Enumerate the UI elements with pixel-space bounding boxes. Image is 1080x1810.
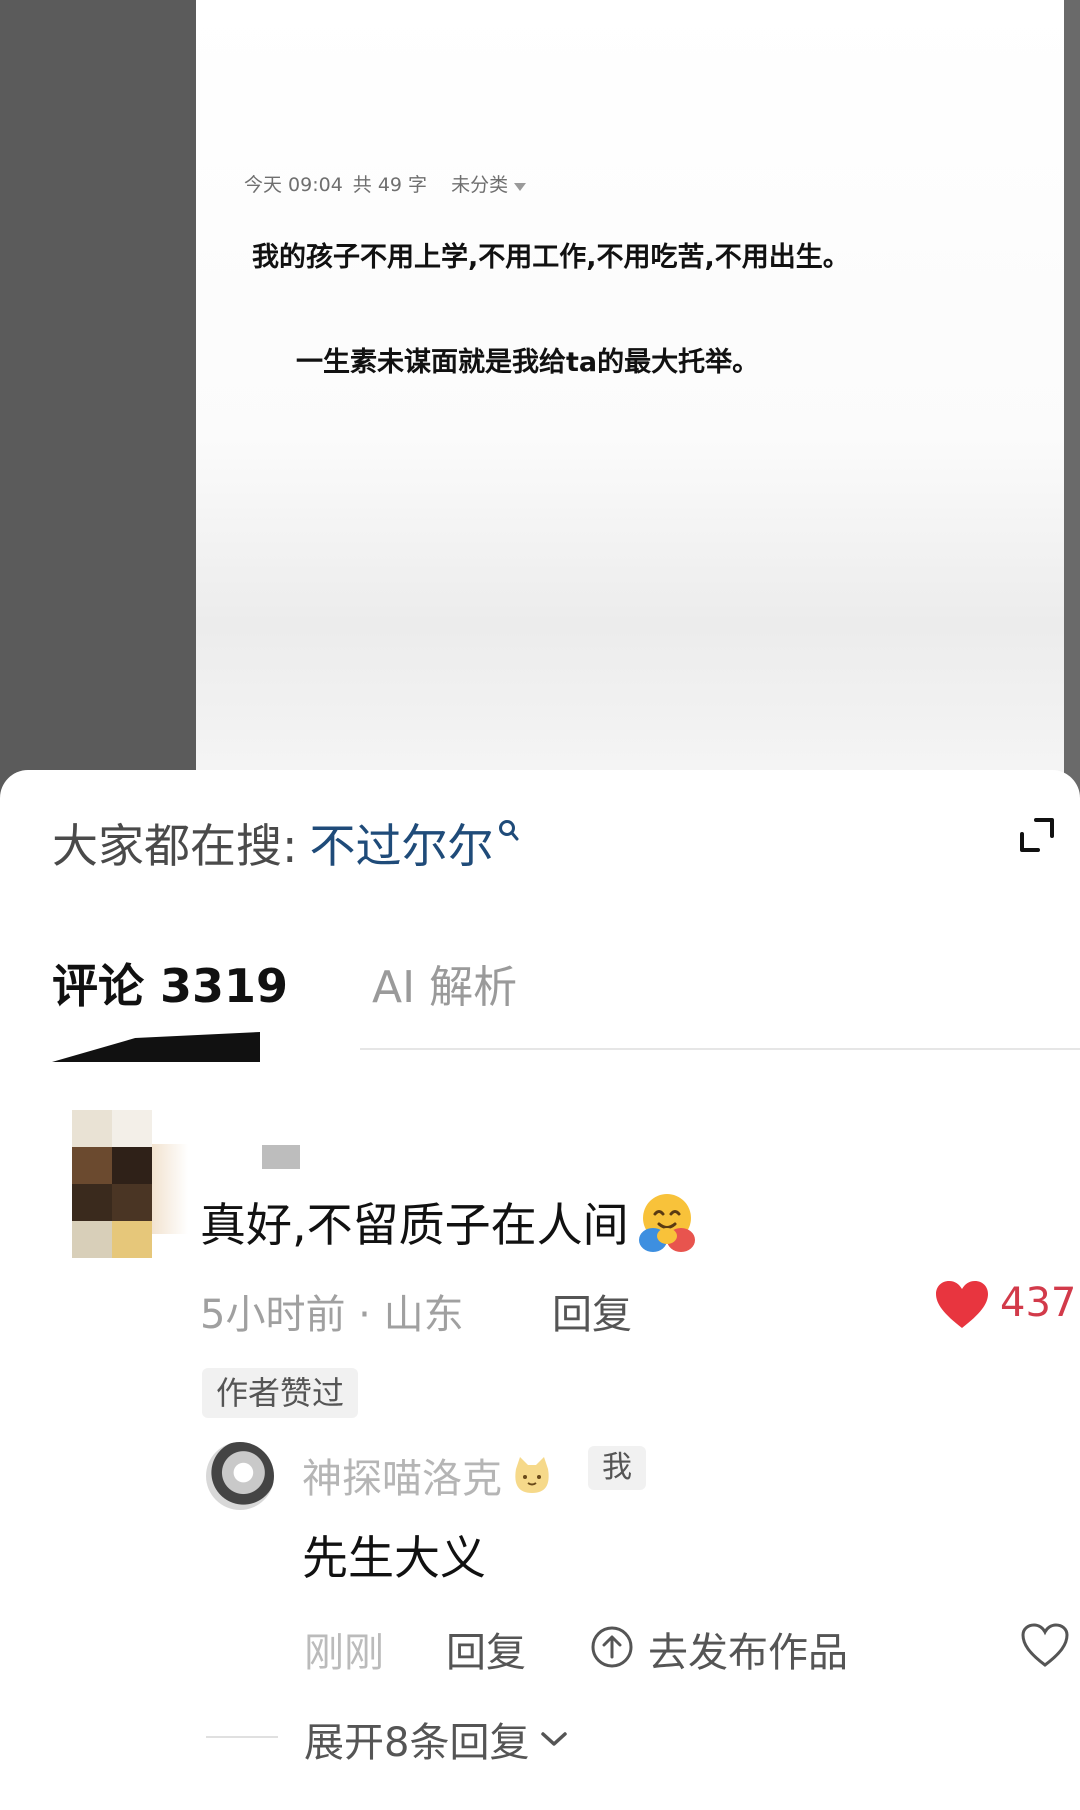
search-term-link[interactable]: 不过尔尔 (310, 810, 494, 876)
note-text-line-1: 我的孩子不用上学,不用工作,不用吃苦,不用出生。 (252, 242, 850, 273)
like-count: 437 (1000, 1280, 1077, 1326)
comment-sheet: 大家都在搜: 不过尔尔 评论 3319 AI 解析 真好,不留质子在人间 5小时… (0, 770, 1080, 1810)
tabs-divider (360, 1048, 1080, 1050)
heart-filled-icon[interactable] (934, 1280, 990, 1330)
expand-divider (206, 1736, 278, 1738)
note-word-count: 共 49 字 (352, 174, 428, 196)
avatar-edge (152, 1144, 188, 1234)
cat-emoji-icon (515, 1457, 549, 1493)
search-prefix: 大家都在搜: (52, 819, 298, 873)
note-category: 未分类 (451, 170, 527, 197)
upload-circle-icon[interactable] (590, 1625, 634, 1669)
reply-button[interactable]: 回复 (446, 1620, 526, 1678)
reply-username[interactable]: 神探喵洛克 (302, 1446, 554, 1504)
tab-bar: 评论 3319 AI 解析 (52, 950, 517, 1016)
trending-search[interactable]: 大家都在搜: 不过尔尔 (52, 810, 520, 876)
tab-comments[interactable]: 评论 3319 (52, 950, 288, 1016)
comment-time-location: 5小时前 · 山东 (200, 1292, 464, 1338)
fullscreen-icon[interactable] (1018, 816, 1056, 854)
heart-outline-icon[interactable] (1020, 1622, 1070, 1668)
tab-ai-analysis[interactable]: AI 解析 (372, 951, 517, 1015)
avatar[interactable] (72, 1110, 152, 1258)
reply-button[interactable]: 回复 (552, 1282, 632, 1340)
note-text-line-2: 一生素未谋面就是我给ta的最大托举。 (296, 347, 760, 378)
reply-text: 先生大义 (302, 1531, 486, 1585)
me-badge: 我 (588, 1446, 646, 1490)
reply-avatar[interactable] (206, 1442, 274, 1510)
expand-replies-button[interactable]: 展开8条回复 (304, 1710, 569, 1768)
reply-time: 刚刚 (304, 1630, 384, 1676)
dropdown-triangle-icon (514, 183, 527, 191)
username-redacted (262, 1145, 300, 1169)
note-card (196, 0, 1064, 800)
note-screenshot: 今天 09:04 共 49 字 未分类 我的孩子不用上学,不用工作,不用吃苦,不… (0, 0, 1080, 800)
publish-work-button[interactable]: 去发布作品 (648, 1620, 848, 1678)
note-edge (1064, 0, 1080, 800)
tab-redaction-mark (52, 1032, 260, 1062)
note-meta: 今天 09:04 共 49 字 未分类 (244, 170, 527, 197)
chevron-down-icon (541, 1732, 568, 1746)
search-icon (498, 820, 518, 841)
author-liked-badge: 作者赞过 (202, 1368, 359, 1418)
note-date: 今天 09:04 (244, 174, 343, 196)
comment-text: 真好,不留质子在人间 (200, 1188, 701, 1256)
hugging-face-emoji-icon (638, 1194, 695, 1252)
